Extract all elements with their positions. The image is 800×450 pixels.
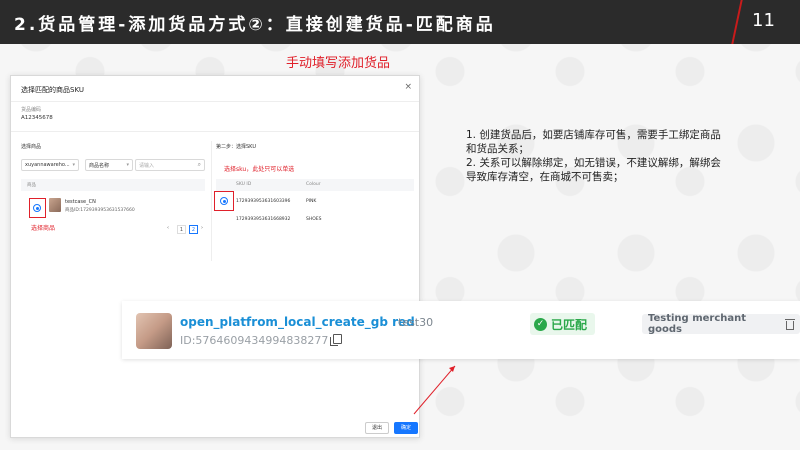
pointer-arrow [413, 365, 456, 415]
